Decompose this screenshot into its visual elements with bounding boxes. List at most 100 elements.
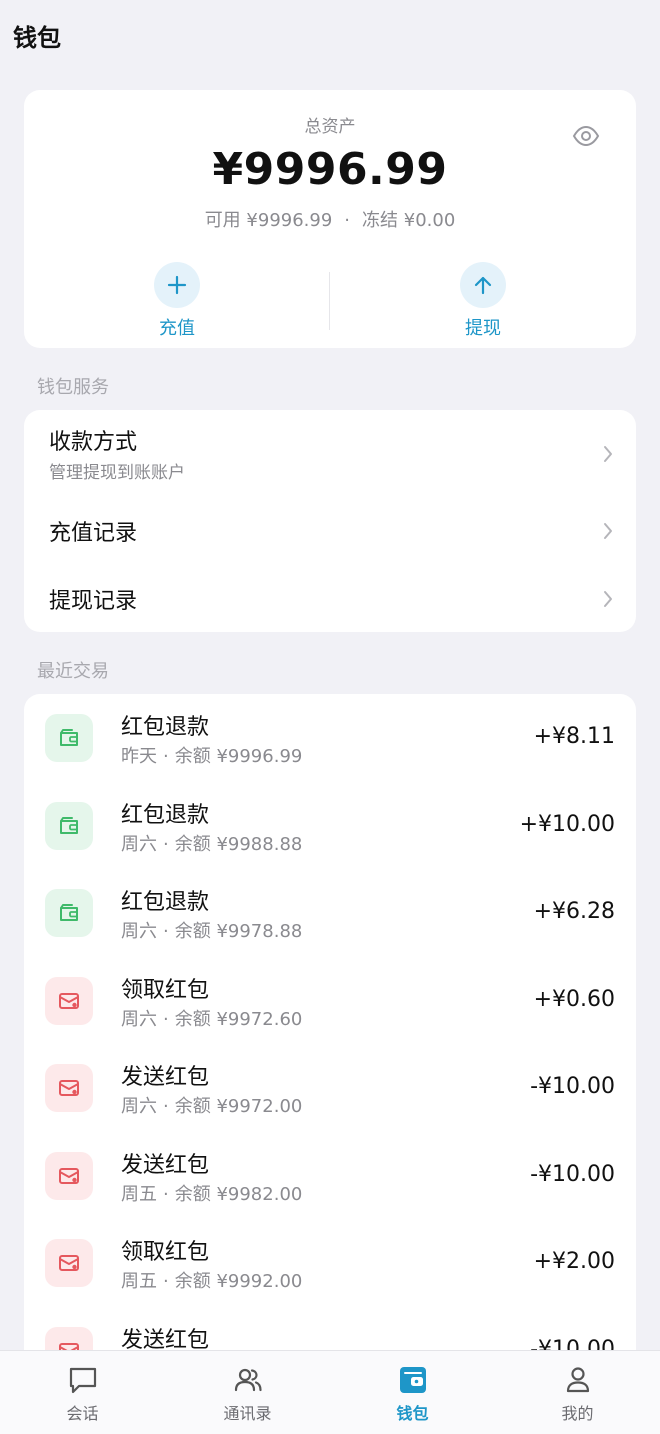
withdraw-button[interactable]: 提现: [423, 262, 543, 342]
tab-me[interactable]: 我的: [495, 1351, 660, 1434]
red-envelope-icon: [45, 1151, 93, 1200]
total-assets-label: 总资产: [304, 117, 356, 137]
chevron-right-icon: [604, 446, 612, 462]
service-item-title: 提现记录: [49, 589, 138, 614]
transaction-balance: 余额 ¥9982.00: [174, 1183, 303, 1205]
transaction-row[interactable]: 红包退款 周六 · 余额 ¥9988.88 +¥10.00: [24, 782, 636, 870]
service-item-payment-methods[interactable]: 收款方式 管理提现到账账户: [24, 410, 636, 498]
transaction-meta: 周六 · 余额 ¥9978.88: [121, 917, 302, 943]
wallet-icon: [400, 1367, 426, 1393]
transaction-row[interactable]: 发送红包 周五 · 余额 ¥9982.00 -¥10.00: [24, 1132, 636, 1220]
transaction-day: 昨天: [121, 746, 157, 767]
recharge-label: 充值: [159, 318, 195, 339]
transaction-balance: 余额 ¥9992.00: [174, 1271, 303, 1292]
transaction-title: 领取红包: [121, 1240, 210, 1265]
transactions-card: 红包退款 昨天 · 余额 ¥9996.99 +¥8.11 红包退款 周六 · 余额 ¥9…: [24, 694, 636, 1414]
balance-card: 总资产 ¥9996.99 可用 ¥9996.99 · 冻结 ¥0.00 充值 提现: [24, 90, 636, 348]
transaction-balance: 余额 ¥9988.88: [174, 833, 303, 855]
transaction-balance: 余额 ¥9972.60: [174, 1008, 303, 1030]
balance-detail: 可用 ¥9996.99 · 冻结 ¥0.00: [24, 206, 636, 232]
transaction-meta: 周六 · 余额 ¥9972.60: [121, 1005, 302, 1031]
separator-dot: ·: [163, 1183, 169, 1205]
tab-label: 会话: [66, 1404, 99, 1423]
separator-dot: ·: [344, 210, 351, 231]
transaction-meta: 周六 · 余额 ¥9988.88: [121, 830, 302, 856]
red-envelope-icon: [45, 1239, 93, 1287]
transaction-amount: +¥2.00: [533, 1249, 615, 1274]
chat-icon: [69, 1367, 97, 1394]
transaction-balance: 余额 ¥9996.99: [174, 746, 303, 767]
transaction-title: 红包退款: [121, 890, 210, 915]
transaction-amount: +¥0.60: [533, 986, 615, 1012]
separator-dot: ·: [163, 1271, 169, 1292]
separator-dot: ·: [163, 921, 169, 942]
section-title-services: 钱包服务: [37, 377, 109, 398]
transaction-meta: 昨天 · 余额 ¥9996.99: [121, 742, 302, 768]
transaction-amount: +¥6.28: [533, 899, 615, 924]
transaction-row[interactable]: 红包退款 周六 · 余额 ¥9978.88 +¥6.28: [24, 869, 636, 957]
service-item-subtitle: 管理提现到账账户: [49, 463, 185, 483]
services-card: 收款方式 管理提现到账账户 充值记录 提现记录: [24, 410, 636, 632]
transaction-day: 周六: [121, 1008, 157, 1030]
transaction-balance: 余额 ¥9978.88: [174, 921, 303, 942]
section-title-recent-transactions: 最近交易: [37, 661, 109, 682]
transaction-day: 周五: [121, 1271, 157, 1292]
tab-wallet[interactable]: 钱包: [330, 1351, 495, 1434]
transaction-meta: 周五 · 余额 ¥9992.00: [121, 1267, 302, 1293]
separator-dot: ·: [163, 1008, 169, 1030]
withdraw-label: 提现: [465, 318, 501, 339]
transaction-amount: +¥10.00: [519, 811, 615, 837]
transaction-amount: -¥10.00: [530, 1074, 615, 1099]
red-envelope-icon: [45, 976, 93, 1025]
service-item-withdraw-records[interactable]: 提现记录: [24, 566, 636, 632]
separator-dot: ·: [163, 833, 169, 855]
separator-dot: ·: [163, 746, 169, 767]
bottom-tab-bar: 会话 通讯录 钱包 我的: [0, 1350, 660, 1434]
transaction-title: 红包退款: [121, 802, 210, 828]
transaction-title: 红包退款: [121, 715, 210, 740]
transaction-balance: 余额 ¥9972.00: [174, 1096, 303, 1117]
transaction-row[interactable]: 领取红包 周五 · 余额 ¥9992.00 +¥2.00: [24, 1219, 636, 1307]
chevron-right-icon: [604, 523, 612, 539]
transaction-title: 领取红包: [121, 977, 210, 1003]
transaction-meta: 周六 · 余额 ¥9972.00: [121, 1092, 302, 1118]
service-item-title: 充值记录: [49, 521, 138, 546]
transaction-title: 发送红包: [121, 1152, 210, 1178]
tab-contacts[interactable]: 通讯录: [165, 1351, 330, 1434]
wallet-refund-icon: [45, 889, 93, 937]
tab-label: 通讯录: [223, 1404, 272, 1423]
page-title: 钱包: [13, 24, 61, 52]
transaction-amount: +¥8.11: [533, 724, 615, 749]
plus-icon: [154, 262, 200, 308]
transaction-day: 周六: [121, 921, 157, 942]
transaction-day: 周六: [121, 1096, 157, 1117]
transaction-meta: 周五 · 余额 ¥9982.00: [121, 1180, 302, 1206]
contacts-icon: [234, 1368, 262, 1392]
service-item-recharge-records[interactable]: 充值记录: [24, 498, 636, 566]
transaction-title: 发送红包: [121, 1327, 210, 1353]
transaction-row[interactable]: 发送红包 周六 · 余额 ¥9972.00 -¥10.00: [24, 1044, 636, 1132]
service-item-title: 收款方式: [49, 430, 138, 455]
tab-label: 我的: [561, 1404, 594, 1423]
frozen-balance: 冻结 ¥0.00: [362, 210, 456, 231]
app-header: 钱包: [0, 0, 660, 72]
profile-icon: [566, 1367, 590, 1393]
transaction-row[interactable]: 红包退款 昨天 · 余额 ¥9996.99 +¥8.11: [24, 694, 636, 782]
chevron-right-icon: [604, 591, 612, 607]
tab-label: 钱包: [396, 1404, 429, 1423]
arrow-up-icon: [460, 262, 506, 308]
wallet-refund-icon: [45, 714, 93, 762]
wallet-refund-icon: [45, 801, 93, 850]
transaction-day: 周六: [121, 833, 157, 855]
transaction-title: 发送红包: [121, 1065, 210, 1090]
separator-dot: ·: [163, 1096, 169, 1117]
transaction-row[interactable]: 领取红包 周六 · 余额 ¥9972.60 +¥0.60: [24, 957, 636, 1045]
transaction-day: 周五: [121, 1183, 157, 1205]
action-divider: [329, 272, 330, 330]
red-envelope-icon: [45, 1064, 93, 1112]
tab-chats[interactable]: 会话: [0, 1351, 165, 1434]
transaction-amount: -¥10.00: [530, 1161, 615, 1187]
total-assets-amount: ¥9996.99: [212, 144, 448, 195]
recharge-button[interactable]: 充值: [117, 262, 237, 342]
available-balance: 可用 ¥9996.99: [204, 210, 333, 231]
